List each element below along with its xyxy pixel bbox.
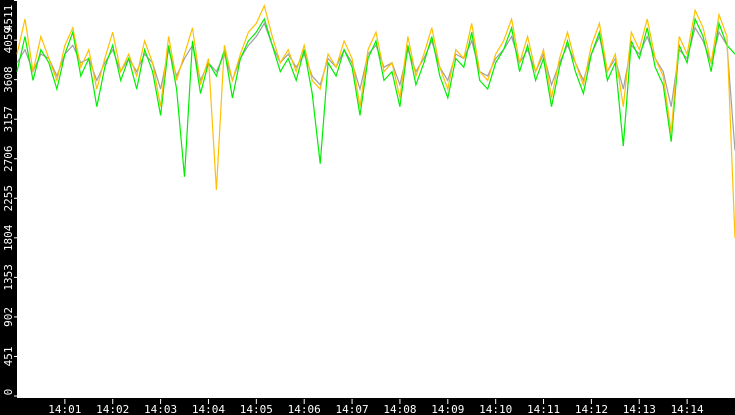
y-tick-label: 902 [2, 307, 15, 327]
x-tick-label: 14:06 [288, 403, 321, 415]
chart-svg: 045190213531804225527063157360840594511 … [2, 0, 735, 415]
x-tick-label: 14:04 [192, 403, 225, 415]
y-tick-label: 1353 [2, 264, 15, 291]
x-tick-label: 14:11 [527, 403, 560, 415]
y-tick-label: 3157 [2, 106, 15, 132]
y-tick-label: 0 [2, 389, 15, 396]
x-tick-label: 14:05 [240, 403, 273, 415]
x-tick-label: 14:01 [48, 403, 81, 415]
x-tick-label: 14:12 [575, 403, 608, 415]
x-axis: 14:01 14:02 14:03 14:04 14:05 14:06 14:07 14:08… [48, 399, 704, 415]
y-tick-label: 451 [2, 347, 15, 367]
x-tick-label: 14:10 [479, 403, 512, 415]
plot-area [17, 0, 735, 398]
x-tick-label: 14:13 [623, 403, 656, 415]
chart: 0 451 902 1353 1804 2255 2706 3157 3608 4059 4511 … [0, 0, 735, 415]
y-tick-label: 2706 [2, 146, 15, 173]
y-tick-label: 2255 [2, 185, 15, 212]
x-tick-label: 14:03 [144, 403, 177, 415]
y-axis: 045190213531804225527063157360840594511 [2, 0, 17, 397]
y-tick-label: 4511 [2, 5, 15, 32]
y-tick-label: 1804 [2, 224, 15, 251]
x-tick-label: 14:02 [96, 403, 129, 415]
x-tick-label: 14:08 [383, 403, 416, 415]
x-tick-label: 14:09 [431, 403, 464, 415]
y-tick-label: 3608 [2, 66, 15, 93]
x-tick-label: 14:07 [336, 403, 369, 415]
x-tick-label: 14:14 [671, 403, 704, 415]
